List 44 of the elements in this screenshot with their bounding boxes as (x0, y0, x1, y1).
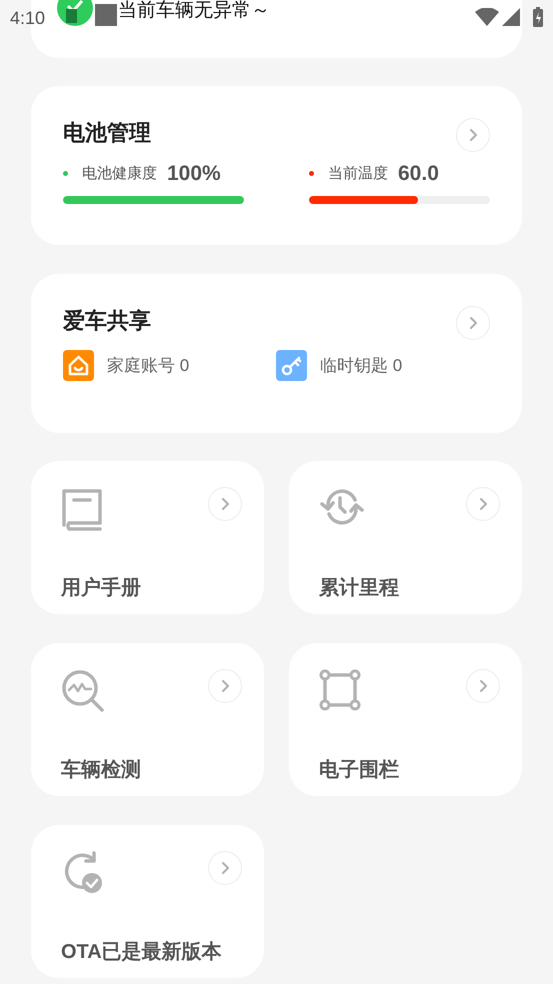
chevron-right-icon (219, 861, 231, 875)
square-nodes-icon (319, 669, 361, 711)
feature-tile[interactable]: 用户手册 (31, 461, 264, 614)
share-item-label[interactable]: 临时钥匙 0 (320, 352, 402, 378)
chevron-button[interactable] (208, 487, 242, 521)
signal-icon (502, 8, 520, 26)
chevron-right-icon (477, 679, 489, 693)
feature-tile[interactable]: 电子围栏 (289, 643, 522, 796)
clock-refresh-icon (319, 487, 365, 527)
home-icon (63, 350, 94, 381)
share-item-label[interactable]: 家庭账号 0 (107, 352, 190, 378)
key-icon (276, 350, 307, 381)
search-pulse-icon (61, 669, 105, 713)
metric-label: 电池健康度 (82, 164, 157, 184)
chevron-right-icon (219, 497, 231, 511)
feature-tile[interactable]: OTA已是最新版本 (31, 825, 264, 978)
tile-title: OTA已是最新版本 (61, 940, 223, 965)
chevron-button[interactable] (466, 487, 500, 521)
chevron-right-icon (467, 316, 479, 330)
chevron-right-icon (477, 497, 489, 511)
status-time: 4:10 (10, 6, 46, 30)
metric-label: 当前温度 (328, 164, 388, 184)
chevron-button[interactable] (456, 118, 490, 152)
chevron-button[interactable] (208, 851, 242, 885)
battery-icon (533, 7, 543, 27)
chevron-right-icon (467, 128, 479, 142)
tile-title: 累计里程 (319, 576, 400, 601)
book-icon (61, 487, 103, 531)
wifi-icon (475, 8, 499, 26)
feature-tile[interactable]: 车辆检测 (31, 643, 264, 796)
chevron-button[interactable] (466, 669, 500, 703)
chevron-button[interactable] (208, 669, 242, 703)
tile-title: 电子围栏 (319, 758, 400, 783)
metric-value: 60.0 (398, 161, 439, 187)
tile-title: 用户手册 (61, 576, 142, 601)
chevron-button[interactable] (456, 306, 490, 340)
card-title: 电池管理 (63, 119, 151, 147)
metric-value: 100% (167, 161, 221, 187)
chevron-right-icon (219, 679, 231, 693)
notice-text: 当前车辆无异常～ (118, 0, 270, 22)
square-notification-icon (95, 4, 118, 26)
feature-tile[interactable]: 累计里程 (289, 461, 522, 614)
card-title: 爱车共享 (63, 307, 151, 335)
tile-title: 车辆检测 (61, 758, 142, 783)
